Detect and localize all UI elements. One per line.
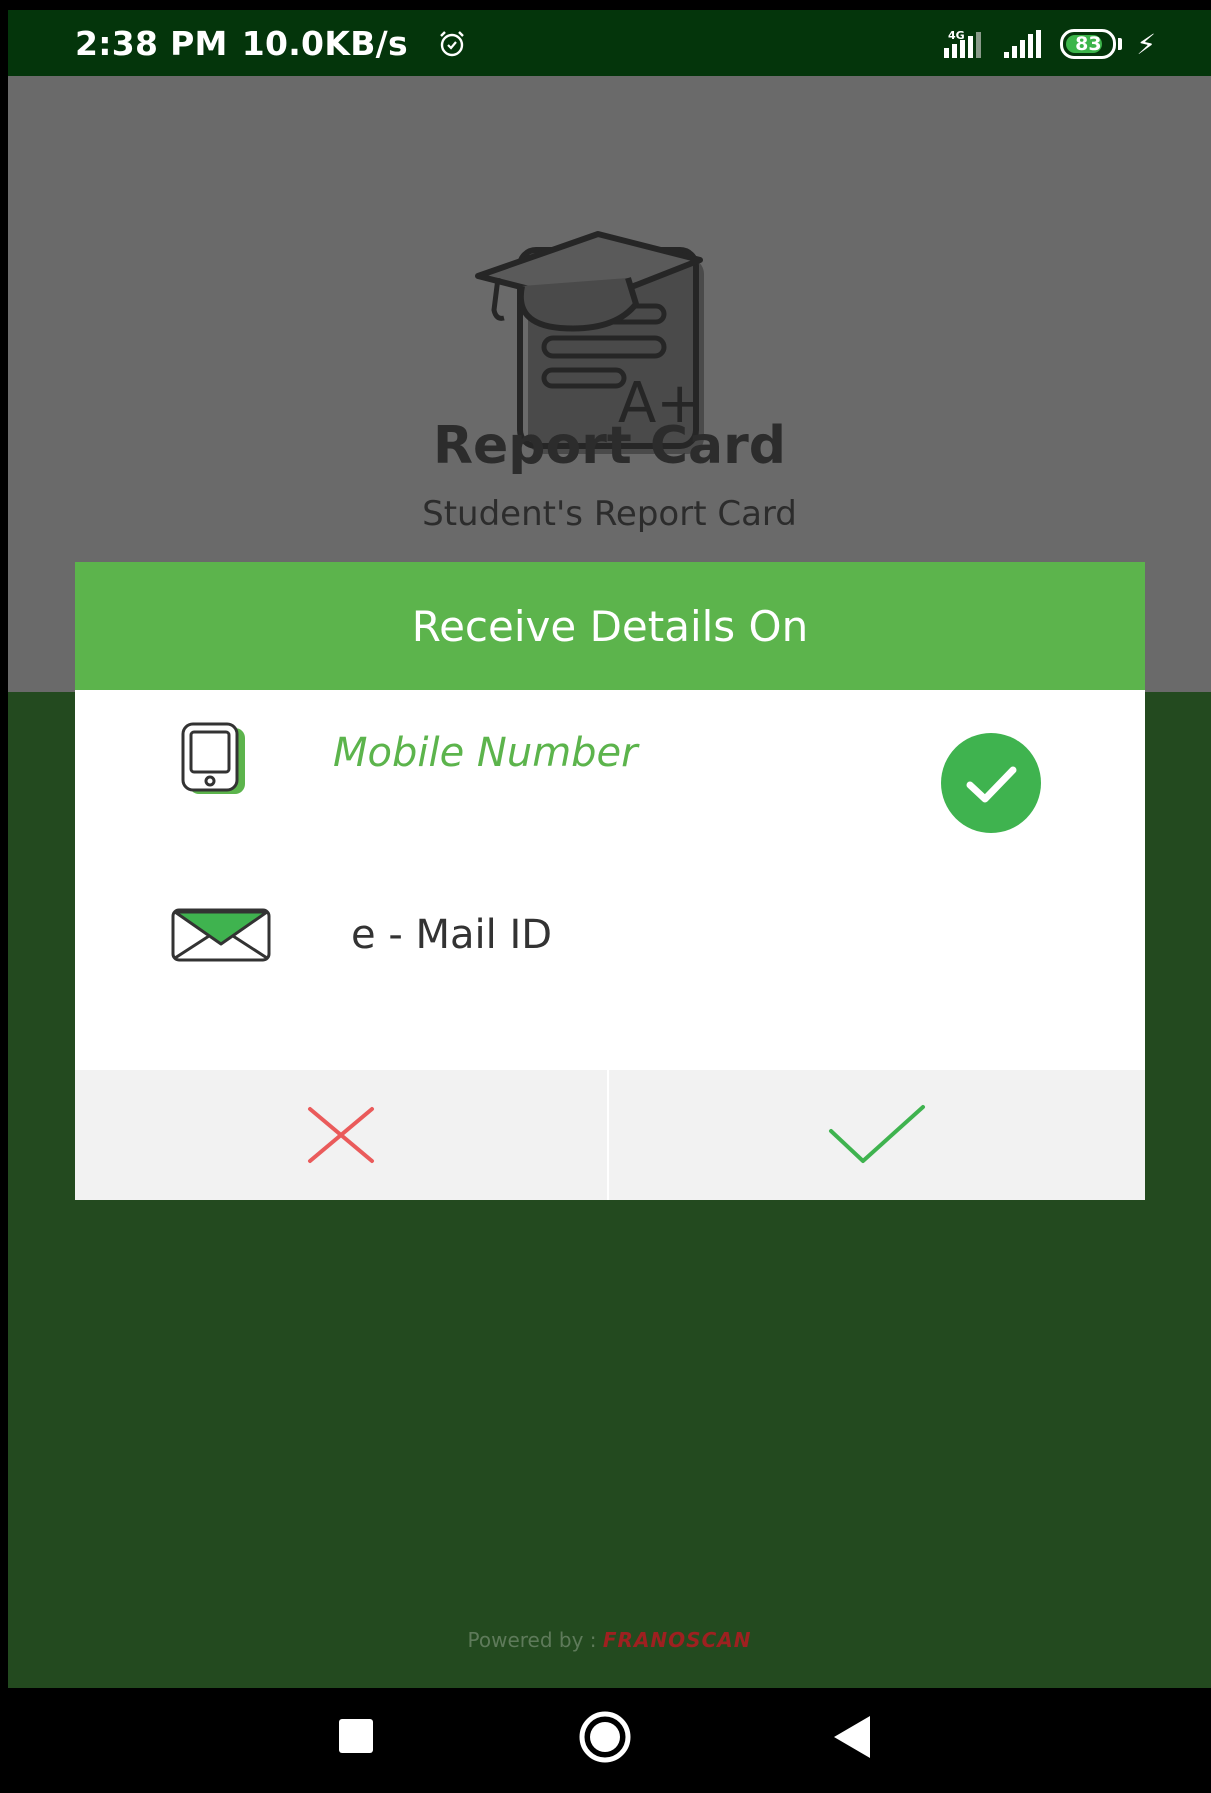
status-network-speed: 10.0KB/s <box>241 24 408 63</box>
powered-by-footer: Powered by : FRANOSCAN <box>8 1628 1211 1652</box>
system-navigation-bar <box>0 1688 1211 1793</box>
check-icon <box>829 1105 925 1163</box>
app-title: Report Card <box>433 416 786 476</box>
option-email-id[interactable]: e - Mail ID <box>75 876 1145 1026</box>
confirm-button[interactable] <box>609 1070 1145 1200</box>
receive-details-dialog: Receive Details On Mobile Number e - Mai… <box>75 562 1145 1200</box>
app-subtitle: Student's Report Card <box>422 494 797 534</box>
battery-indicator: 83 <box>1060 29 1117 59</box>
charging-icon: ⚡ <box>1136 27 1156 61</box>
powered-by-label: Powered by : <box>467 1628 597 1652</box>
check-circle-icon <box>941 733 1041 833</box>
recents-button[interactable] <box>336 1716 376 1756</box>
envelope-icon <box>171 908 271 962</box>
status-bar-left: 2:38 PM 10.0KB/s <box>75 24 422 63</box>
back-button[interactable] <box>832 1714 872 1760</box>
status-bar: 2:38 PM 10.0KB/s 4G 83 ⚡ <box>8 10 1211 76</box>
app-screen: A+ Report Card Student's Report Card Rec… <box>8 76 1211 1688</box>
alarm-icon <box>440 31 464 57</box>
brand-logo: FRANOSCAN <box>602 1628 752 1652</box>
option-label-email: e - Mail ID <box>351 912 553 958</box>
status-time: 2:38 PM <box>75 24 228 63</box>
status-bar-right: 4G 83 ⚡ <box>942 26 1156 62</box>
option-label-mobile: Mobile Number <box>333 730 638 776</box>
dialog-action-bar <box>75 1070 1145 1200</box>
signal-4g-icon: 4G <box>944 29 982 58</box>
signal-icon <box>1004 30 1042 58</box>
dialog-title: Receive Details On <box>411 601 809 651</box>
cancel-button[interactable] <box>75 1070 607 1200</box>
mobile-phone-icon <box>181 722 245 794</box>
close-icon <box>308 1107 374 1163</box>
battery-tip <box>1118 38 1123 50</box>
home-button[interactable] <box>578 1710 632 1764</box>
dialog-header: Receive Details On <box>75 562 1145 690</box>
option-mobile-number[interactable]: Mobile Number <box>75 702 1145 852</box>
battery-level: 83 <box>1075 33 1102 55</box>
